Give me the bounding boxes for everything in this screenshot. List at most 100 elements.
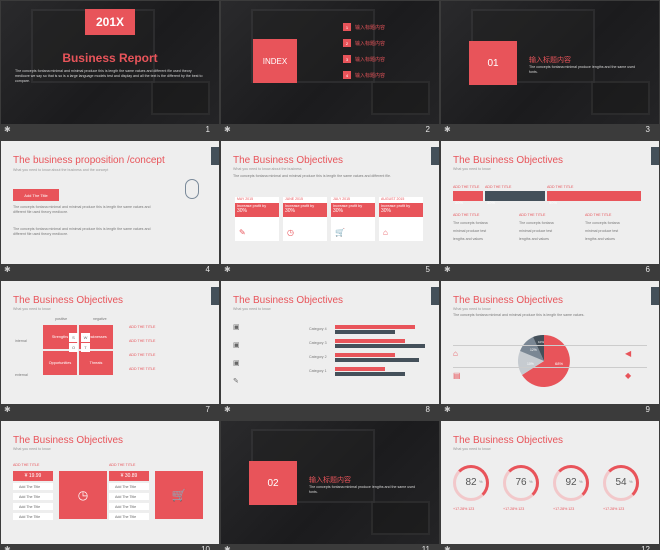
slide-2: INDEX 1 输入标题内容 2 输入标题内容 3 输入标题内容 4 输入标题内容: [221, 1, 439, 124]
title-button[interactable]: Add The Title: [13, 189, 59, 201]
thumbnail-6[interactable]: The Business Objectives What you need to…: [440, 140, 660, 277]
side-tag: [211, 287, 219, 305]
bar-a: [335, 339, 405, 343]
card-date: JULY 2015: [333, 197, 350, 201]
category-label: Category 4: [309, 327, 327, 331]
star-icon[interactable]: ✱: [444, 405, 451, 414]
bar-head: ADD THE TITLE: [485, 185, 512, 189]
star-icon[interactable]: ✱: [4, 405, 11, 414]
star-icon[interactable]: ✱: [224, 405, 231, 414]
price-row: Add The Title: [13, 513, 53, 521]
price-tag: ¥ 30.89: [109, 471, 149, 481]
star-icon[interactable]: ✱: [224, 125, 231, 134]
section-title: 输入标题内容: [309, 477, 351, 484]
slide-11: 02 输入标题内容 The concepts fontana minimal p…: [221, 421, 439, 544]
month-card: AUGUST 2015 Increase profit by 30% ⌂: [379, 197, 423, 241]
progress-bar: 30%: [485, 191, 545, 205]
col-bullet: minimal produce test: [519, 229, 553, 233]
divider: [453, 345, 647, 346]
star-icon[interactable]: ✱: [444, 125, 451, 134]
price-row: Add The Title: [13, 483, 53, 491]
thumbnail-10[interactable]: The Business Objectives What you need to…: [0, 420, 220, 550]
thumb-footer: ✱ 2: [220, 125, 440, 137]
slide-number: 3: [645, 125, 650, 134]
tag-icon: ◆: [625, 371, 632, 380]
thumb-footer: ✱ 10: [0, 545, 220, 550]
thumbnail-9[interactable]: The Business Objectives What you need to…: [440, 280, 660, 417]
card-highlight: Increase profit by 30%: [331, 203, 375, 217]
star-icon[interactable]: ✱: [4, 265, 11, 274]
index-item: 输入标题内容: [355, 25, 386, 31]
col-bullet: The concepts fontana: [453, 221, 488, 225]
slide-number: 11: [421, 545, 430, 550]
col-head: ADD THE TITLE: [585, 213, 612, 217]
ring-pct-sign: %: [479, 479, 483, 484]
card-highlight: Increase profit by 30%: [283, 203, 327, 217]
side-tag: [431, 287, 439, 305]
swot-item-head: ADD THE TITLE: [129, 339, 156, 343]
month-card: MAY 2015 Increase profit by 30% ✎: [235, 197, 279, 241]
slide-4: The business proposition /concept What y…: [1, 141, 219, 264]
thumbnail-8[interactable]: The Business Objectives What you need to…: [220, 280, 440, 417]
thumbnail-2[interactable]: INDEX 1 输入标题内容 2 输入标题内容 3 输入标题内容 4 输入标题内容 ✱ 2: [220, 0, 440, 137]
slide-title: The Business Objectives: [453, 155, 564, 166]
swot-item-head: ADD THE TITLE: [129, 353, 156, 357]
card-highlight: Increase profit by 30%: [379, 203, 423, 217]
thumbnail-3[interactable]: 01 输入标题内容 The concepts fontana minimal p…: [440, 0, 660, 137]
col-bullet: minimal produce test: [585, 229, 619, 233]
slide-title: The Business Objectives: [233, 155, 344, 166]
star-icon[interactable]: ✱: [4, 125, 11, 134]
bar-b: [335, 358, 419, 362]
ring-pct-sign: %: [629, 479, 633, 484]
price-row: Add The Title: [13, 493, 53, 501]
slide-9: The Business Objectives What you need to…: [441, 281, 659, 404]
bar-b: [335, 330, 395, 334]
body-text: The concepts fontana minimal and minimal…: [15, 69, 203, 83]
index-icon: 2: [343, 39, 351, 47]
thumbnail-4[interactable]: The business proposition /concept What y…: [0, 140, 220, 277]
slide-number: 9: [645, 405, 650, 414]
star-icon[interactable]: ✱: [444, 545, 451, 550]
slide-number: 10: [201, 545, 210, 550]
card-icon: ⌂: [383, 228, 388, 237]
price-row: Add The Title: [109, 513, 149, 521]
thumbnail-5[interactable]: The Business Objectives What you need to…: [220, 140, 440, 277]
pie-chart: 68% 10% 12% 10%: [517, 334, 570, 387]
swot-label: Opportunities: [48, 361, 72, 365]
side-tag: [651, 287, 659, 305]
card-date: AUGUST 2015: [381, 197, 405, 201]
pie-label-c: 12%: [530, 348, 537, 352]
col-head: ADD THE TITLE: [519, 213, 546, 217]
index-item: 输入标题内容: [355, 57, 386, 63]
star-icon[interactable]: ✱: [4, 545, 11, 550]
progress-ring: 92: [553, 465, 589, 501]
progress-bar: 50%: [547, 191, 641, 205]
price-tag: ¥ 19.99: [13, 471, 53, 481]
swot-axis: internal: [15, 339, 27, 343]
progress-bar: 20%: [453, 191, 483, 205]
thumbnail-12[interactable]: The Business Objectives What you need to…: [440, 420, 660, 550]
swot-axis: negative: [93, 317, 107, 321]
star-icon[interactable]: ✱: [224, 265, 231, 274]
star-icon[interactable]: ✱: [444, 265, 451, 274]
ring-pct-sign: %: [529, 479, 533, 484]
ring-sub: +17.28% 123: [603, 507, 625, 511]
ring-sub: +17.28% 123: [553, 507, 575, 511]
price-row: Add The Title: [109, 493, 149, 501]
month-card: JUNE 2015 Increase profit by 30% ◷: [283, 197, 327, 241]
thumbnail-1[interactable]: 201X Business Report The concepts fontan…: [0, 0, 220, 137]
feature-icon: ◷: [77, 488, 89, 502]
slide-subtitle: What you need to know: [453, 447, 491, 451]
category-label: Category 1: [309, 369, 327, 373]
slide-subtitle: What you need to know: [13, 447, 51, 451]
col-bullet: lengths and values: [585, 237, 615, 241]
section-badge: 02: [249, 461, 297, 505]
thumbnail-7[interactable]: The Business Objectives What you need to…: [0, 280, 220, 417]
slide-number: 8: [425, 405, 430, 414]
star-icon[interactable]: ✱: [224, 545, 231, 550]
thumbnail-11[interactable]: 02 输入标题内容 The concepts fontana minimal p…: [220, 420, 440, 550]
price-row: Add The Title: [109, 503, 149, 511]
index-icon: 4: [343, 71, 351, 79]
slide-title: The Business Objectives: [453, 435, 564, 446]
ring-pct-sign: %: [579, 479, 583, 484]
